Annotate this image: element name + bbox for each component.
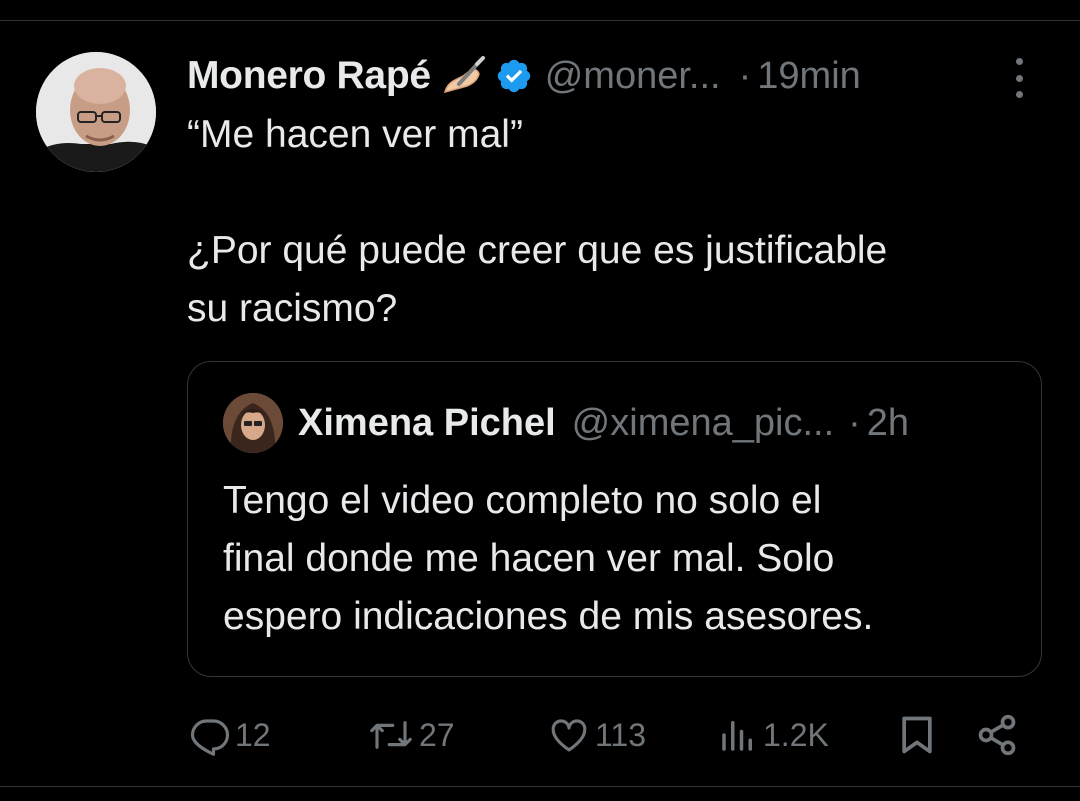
separator-dot: ·: [738, 54, 752, 97]
reply-icon: [189, 714, 231, 756]
tweet-text: “Me hacen ver mal” ¿Por qué puede creer …: [187, 106, 1047, 338]
views-count: 1.2K: [763, 716, 829, 753]
verified-badge-icon: [495, 57, 533, 95]
bottom-divider: [0, 786, 1080, 787]
tweet-timestamp[interactable]: 19min: [757, 55, 861, 98]
quoted-text-line: final donde me hacen ver mal. Solo: [223, 537, 835, 580]
share-icon: [975, 713, 1019, 757]
separator-dot: ·: [848, 401, 861, 444]
writing-hand-icon: [441, 56, 487, 96]
author-avatar[interactable]: [36, 52, 156, 172]
more-vertical-icon[interactable]: [1011, 58, 1027, 98]
reply-count: 12: [235, 716, 271, 753]
bookmark-icon: [895, 713, 939, 757]
quoted-author-handle[interactable]: @ximena_pic...: [572, 402, 834, 445]
retweet-button[interactable]: 27: [367, 706, 455, 764]
quoted-tweet-text: Tengo el video completo no solo el final…: [223, 472, 1013, 646]
tweet-text-line: “Me hacen ver mal”: [187, 113, 523, 156]
quoted-author-avatar: [223, 393, 283, 453]
retweet-icon: [367, 714, 415, 756]
views-button[interactable]: 1.2K: [717, 706, 829, 764]
reply-button[interactable]: 12: [189, 706, 271, 764]
tweet-text-line: su racismo?: [187, 287, 398, 330]
quoted-author-name[interactable]: Ximena Pichel: [298, 402, 556, 445]
retweet-count: 27: [419, 716, 455, 753]
views-chart-icon: [717, 714, 759, 756]
top-divider: [0, 20, 1080, 21]
author-name[interactable]: Monero Rapé: [187, 54, 431, 98]
quoted-text-line: espero indicaciones de mis asesores.: [223, 595, 874, 638]
bookmark-button[interactable]: [895, 706, 939, 764]
tweet-header: Monero Rapé @moner... · 19min: [187, 48, 1057, 104]
like-button[interactable]: 113: [547, 706, 646, 764]
quoted-tweet-header: Ximena Pichel @ximena_pic... · 2h: [298, 398, 909, 448]
tweet-actions: 12 27 113 1.2K: [187, 706, 1047, 764]
like-count: 113: [595, 716, 647, 753]
tweet-text-line: ¿Por qué puede creer que es justificable: [187, 229, 888, 272]
quoted-tweet[interactable]: Ximena Pichel @ximena_pic... · 2h Tengo …: [187, 361, 1042, 677]
quoted-text-line: Tengo el video completo no solo el: [223, 479, 822, 522]
author-handle[interactable]: @moner...: [545, 55, 721, 98]
share-button[interactable]: [975, 706, 1019, 764]
quoted-tweet-timestamp[interactable]: 2h: [867, 402, 909, 445]
heart-icon: [547, 714, 591, 756]
